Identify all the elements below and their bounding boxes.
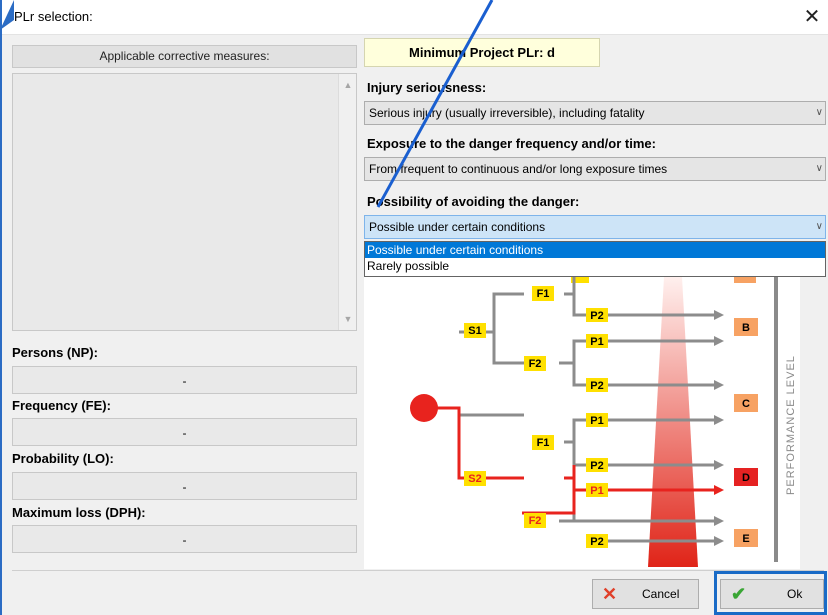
f-label: F1 — [537, 288, 550, 300]
p-label: P1 — [590, 336, 603, 348]
exposure-label: Exposure to the danger frequency and/or … — [367, 136, 656, 151]
chevron-down-icon: ∨ — [815, 221, 823, 232]
chevron-down-icon: ∨ — [815, 163, 823, 174]
footer-divider — [12, 570, 824, 571]
s2-label: S2 — [468, 473, 481, 485]
level-label: D — [742, 472, 750, 484]
avoid-dropdown: Possible under certain conditions Rarely… — [364, 241, 826, 277]
scroll-down-icon[interactable]: ▼ — [339, 310, 357, 328]
window-title: PLr selection: — [14, 9, 93, 24]
f-label: F2 — [529, 515, 542, 527]
level-label: B — [742, 322, 750, 334]
p-label: P2 — [590, 536, 603, 548]
list-scrollbar[interactable]: ▲ ▼ — [338, 74, 356, 330]
risk-cone — [648, 277, 698, 567]
corrective-measures-header: Applicable corrective measures: — [12, 45, 357, 68]
s1-label: S1 — [468, 325, 481, 337]
dropdown-option[interactable]: Possible under certain conditions — [365, 242, 825, 258]
start-node — [410, 394, 438, 422]
persons-field: - — [12, 366, 357, 394]
probability-field: - — [12, 472, 357, 500]
p-label: P1 — [590, 415, 603, 427]
max-loss-label: Maximum loss (DPH): — [12, 505, 146, 520]
pl-axis-label: PERFORMANCE LEVEL — [785, 355, 797, 495]
chevron-down-icon: ∨ — [815, 107, 823, 118]
avoid-label: Possibility of avoiding the danger: — [367, 194, 580, 209]
p-label: P1 — [590, 485, 603, 497]
probability-label: Probability (LO): — [12, 451, 114, 466]
exposure-select-value: From frequent to continuous and/or long … — [369, 162, 668, 176]
hidden-level — [734, 277, 756, 283]
pl-axis-bar — [774, 277, 778, 562]
x-icon: ✕ — [602, 584, 618, 604]
scroll-up-icon[interactable]: ▲ — [339, 76, 357, 94]
level-label: E — [742, 533, 749, 545]
close-icon[interactable]: ✕ — [800, 5, 824, 29]
cancel-label: Cancel — [642, 587, 680, 601]
max-loss-field: - — [12, 525, 357, 553]
exposure-select[interactable]: From frequent to continuous and/or long … — [364, 157, 826, 181]
injury-label: Injury seriousness: — [367, 80, 487, 95]
f-label: F1 — [537, 437, 550, 449]
frequency-field: - — [12, 418, 357, 446]
corrective-measures-list[interactable] — [12, 73, 357, 331]
injury-select[interactable]: Serious injury (usually irreversible), i… — [364, 101, 826, 125]
injury-select-value: Serious injury (usually irreversible), i… — [369, 106, 645, 120]
selected-arrow — [714, 485, 724, 495]
min-project-plr: Minimum Project PLr: d — [364, 38, 600, 67]
ok-button[interactable]: ✔ Ok — [720, 579, 824, 609]
p-label: P2 — [590, 460, 603, 472]
title-bar: PLr selection: ✕ — [0, 0, 828, 35]
cancel-button[interactable]: ✕ Cancel — [592, 579, 699, 609]
p-label: P2 — [590, 380, 603, 392]
avoid-select[interactable]: Possible under certain conditions ∨ — [364, 215, 826, 239]
f-label: F2 — [529, 358, 542, 370]
p-label: P2 — [590, 310, 603, 322]
window-left-border — [0, 0, 2, 615]
ok-label: Ok — [787, 587, 803, 601]
avoid-select-value: Possible under certain conditions — [369, 220, 546, 234]
dropdown-option[interactable]: Rarely possible — [365, 258, 825, 274]
risk-graph: PERFORMANCE LEVEL S1 S2 F1 F2 F1 F2 P2 P… — [364, 277, 800, 569]
risk-graph-svg: PERFORMANCE LEVEL S1 S2 F1 F2 F1 F2 P2 P… — [410, 277, 797, 567]
arrow-head — [714, 536, 724, 546]
frequency-label: Frequency (FE): — [12, 398, 111, 413]
persons-label: Persons (NP): — [12, 345, 98, 360]
check-icon: ✔ — [731, 584, 747, 604]
level-label: C — [742, 398, 750, 410]
